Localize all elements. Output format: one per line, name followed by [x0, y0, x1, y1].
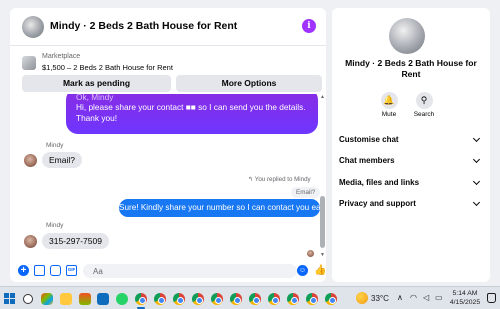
- chat-panel: Mindy · 2 Beds 2 Bath House for Rent i M…: [10, 8, 326, 282]
- more-options-button[interactable]: More Options: [176, 75, 322, 92]
- chevron-down-icon: [472, 155, 481, 164]
- outgoing-message-truncated: Ok, Mindy: [76, 94, 114, 102]
- reply-indicator: ↰ You replied to Mindy: [248, 176, 311, 183]
- outgoing-message-bubble: Ok, Mindy Hi, please share your contact …: [66, 94, 318, 134]
- temperature[interactable]: 33°C: [371, 294, 389, 303]
- info-icon[interactable]: i: [302, 19, 316, 33]
- seen-indicator-avatar: [307, 250, 314, 257]
- chrome-icon[interactable]: [173, 293, 185, 305]
- section-privacy-support[interactable]: Privacy and support: [339, 197, 483, 213]
- incoming-message-bubble: Email?: [42, 152, 82, 168]
- taskbar: 33°C ∧ ◠ ◁ ▭ 5:14 AM 4/15/2025: [0, 286, 500, 309]
- store-icon[interactable]: [79, 293, 91, 305]
- chrome-icon[interactable]: [268, 293, 280, 305]
- chrome-icon[interactable]: [325, 293, 337, 305]
- marketplace-listing[interactable]: Marketplace $1,500 – 2 Beds 2 Bath House…: [22, 52, 322, 74]
- scroll-up-arrow-icon[interactable]: ▲: [320, 94, 325, 100]
- wifi-icon[interactable]: ◠: [410, 293, 417, 302]
- chrome-icon[interactable]: [249, 293, 261, 305]
- sticker-icon[interactable]: [50, 265, 61, 276]
- outgoing-message-text: Hi, please share your contact ■■ so I ca…: [76, 102, 306, 123]
- section-label: Privacy and support: [339, 199, 416, 208]
- copilot-icon[interactable]: [41, 293, 53, 305]
- chrome-icon[interactable]: [306, 293, 318, 305]
- chevron-down-icon: [472, 198, 481, 207]
- section-customise-chat[interactable]: Customise chat: [339, 133, 483, 149]
- section-chat-members[interactable]: Chat members: [339, 154, 483, 170]
- sender-name: Mindy: [46, 142, 64, 149]
- search-icon: ⚲: [415, 92, 433, 109]
- search-label: Search: [413, 111, 435, 118]
- conversation-info-panel: Mindy · 2 Beds 2 Bath House for Rent 🔔 M…: [332, 8, 490, 282]
- chrome-icon[interactable]: [192, 293, 204, 305]
- whatsapp-icon[interactable]: [116, 293, 128, 305]
- emoji-icon[interactable]: ☺: [297, 265, 308, 276]
- plus-icon[interactable]: +: [18, 265, 29, 276]
- file-explorer-icon[interactable]: [60, 293, 72, 305]
- mute-label: Mute: [381, 111, 397, 118]
- incoming-message-bubble-2: 315-297-7509: [42, 233, 109, 249]
- profile-avatar[interactable]: [389, 18, 425, 54]
- listing-description: $1,500 – 2 Beds 2 Bath House for Rent: [42, 63, 173, 72]
- chrome-icon[interactable]: [154, 293, 166, 305]
- chrome-icon[interactable]: [135, 293, 147, 305]
- profile-name: Mindy · 2 Beds 2 Bath House for Rent: [345, 58, 477, 79]
- chrome-icon[interactable]: [287, 293, 299, 305]
- quoted-message[interactable]: Email?: [291, 187, 321, 198]
- sender-name-2: Mindy: [46, 222, 64, 229]
- sender-avatar[interactable]: [24, 154, 37, 167]
- chat-avatar[interactable]: [22, 16, 44, 38]
- weather-icon[interactable]: [356, 292, 368, 304]
- gif-icon[interactable]: GIF: [66, 265, 77, 276]
- battery-icon[interactable]: ▭: [435, 293, 443, 302]
- bell-icon: 🔔: [380, 92, 398, 109]
- chrome-icon[interactable]: [211, 293, 223, 305]
- section-label: Media, files and links: [339, 178, 420, 187]
- chevron-down-icon: [472, 134, 481, 143]
- notification-icon[interactable]: [487, 293, 496, 303]
- clock-date: 4/15/2025: [449, 299, 481, 306]
- section-label: Customise chat: [339, 135, 399, 144]
- chevron-down-icon: [472, 177, 481, 186]
- photo-icon[interactable]: [34, 265, 45, 276]
- thumbs-up-icon[interactable]: 👍: [314, 265, 326, 276]
- tray-overflow-icon[interactable]: ∧: [397, 293, 403, 302]
- message-composer: + GIF ☺ 👍: [10, 260, 326, 282]
- chat-header: Mindy · 2 Beds 2 Bath House for Rent i: [10, 8, 326, 46]
- section-media-files-links[interactable]: Media, files and links: [339, 176, 483, 192]
- listing-thumbnail: [22, 56, 36, 70]
- marketplace-label: Marketplace: [42, 53, 81, 60]
- message-input[interactable]: [83, 264, 297, 278]
- scroll-down-arrow-icon[interactable]: ▼: [320, 252, 325, 258]
- outgoing-message-bubble-blue: Sure! Kindly share your number so I can …: [119, 199, 326, 217]
- section-label: Chat members: [339, 156, 395, 165]
- speaker-icon[interactable]: ◁: [423, 293, 429, 302]
- start-icon[interactable]: [4, 293, 15, 304]
- scroll-thumb[interactable]: [320, 196, 325, 248]
- message-scrollbar[interactable]: ▲ ▼: [320, 94, 325, 260]
- chat-title[interactable]: Mindy · 2 Beds 2 Bath House for Rent: [50, 20, 237, 32]
- chrome-icon[interactable]: [230, 293, 242, 305]
- outlook-icon[interactable]: [97, 293, 109, 305]
- mute-button[interactable]: 🔔 Mute: [369, 92, 409, 118]
- message-list: Ok, Mindy Hi, please share your contact …: [10, 94, 326, 260]
- clock-time: 5:14 AM: [452, 290, 478, 297]
- system-clock[interactable]: 5:14 AM 4/15/2025: [447, 289, 483, 307]
- search-button[interactable]: ⚲ Search: [404, 92, 444, 118]
- mark-as-pending-button[interactable]: Mark as pending: [22, 75, 171, 92]
- sender-avatar-2[interactable]: [24, 235, 37, 248]
- search-icon[interactable]: [23, 294, 33, 304]
